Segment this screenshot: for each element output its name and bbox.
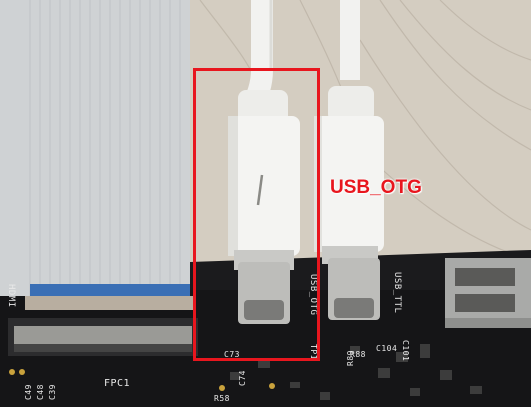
- annotation-label-usb-otg: USB_OTG: [330, 177, 422, 198]
- silk-c49: C49: [24, 384, 33, 400]
- ribbon-cable: [0, 0, 190, 296]
- usb-a-port: [445, 258, 531, 328]
- silk-c39: C39: [48, 384, 57, 400]
- ribbon-blue-tab: [30, 284, 190, 298]
- silk-usb-ttl: USB_TTL: [392, 272, 402, 314]
- silk-r88: R88: [350, 350, 366, 359]
- silk-c74: C74: [238, 370, 247, 386]
- photo-scene: HDMI FPC1 C49 C48 C39 USB_OTG USB_TTL C7…: [0, 0, 531, 407]
- silk-c104: C104: [376, 344, 398, 353]
- silk-fpc1: FPC1: [104, 378, 131, 389]
- silk-c101: C101: [401, 340, 410, 362]
- annotation-highlight-box: [193, 68, 320, 361]
- silk-r58: R58: [214, 394, 230, 403]
- silk-hdmi: HDMI: [6, 284, 16, 308]
- silk-c48: C48: [36, 384, 45, 400]
